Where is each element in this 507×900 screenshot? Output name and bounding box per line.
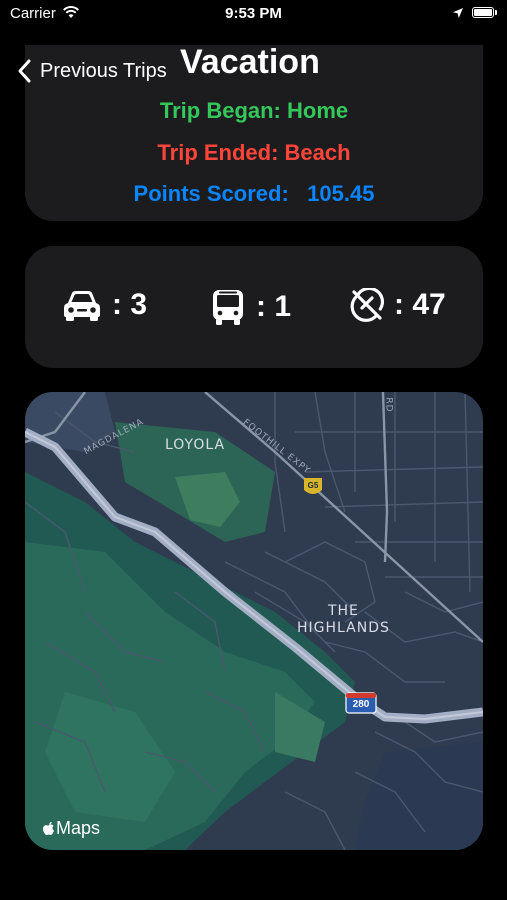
no-transport-icon: [350, 288, 384, 322]
map-label-the: THE: [327, 603, 359, 619]
bus-icon: [213, 290, 243, 325]
maps-attribution-label: Maps: [56, 818, 101, 838]
back-button-label: Previous Trips: [40, 59, 167, 82]
no-transport-stat: : 47: [350, 288, 446, 322]
car-stat: : 3: [62, 288, 147, 322]
clock: 9:53 PM: [225, 5, 282, 22]
g5-shield-label: G5: [307, 481, 319, 490]
street-label-rd: RD: [383, 397, 394, 413]
no-transport-count: : 47: [394, 288, 446, 321]
status-bar: Carrier 9:53 PM: [0, 0, 507, 28]
trip-title: Vacation: [180, 43, 320, 81]
car-icon: [64, 291, 100, 321]
car-count: : 3: [112, 288, 148, 321]
points-scored-row: Points Scored: 105.45: [25, 181, 483, 207]
bus-count: : 1: [256, 290, 292, 323]
trip-map[interactable]: MAGDALENA FOOTHILL EXPY RD LOYOLA THE HI…: [25, 392, 483, 850]
i280-shield-label: 280: [352, 699, 370, 710]
location-arrow-icon: [453, 8, 463, 18]
trip-ended-text: Trip Ended: Beach: [157, 140, 351, 165]
map-canvas: [25, 392, 483, 850]
back-button[interactable]: Previous Trips: [16, 58, 167, 84]
battery-icon: [472, 7, 494, 18]
map-label-highlands: HIGHLANDS: [297, 620, 390, 636]
maps-attribution[interactable]: Maps: [42, 818, 100, 839]
points-scored-label: Points Scored:: [133, 181, 289, 206]
chevron-left-icon: [18, 59, 31, 83]
points-scored-value: 105.45: [307, 181, 375, 206]
apple-logo-icon: [43, 821, 54, 835]
battery-nub: [495, 10, 497, 15]
trip-began-text: Trip Began: Home: [159, 98, 349, 123]
map-label-loyola: LOYOLA: [165, 437, 226, 453]
bus-stat: : 1: [210, 288, 291, 326]
map-label-the-highlands: THE HIGHLANDS: [297, 603, 390, 637]
